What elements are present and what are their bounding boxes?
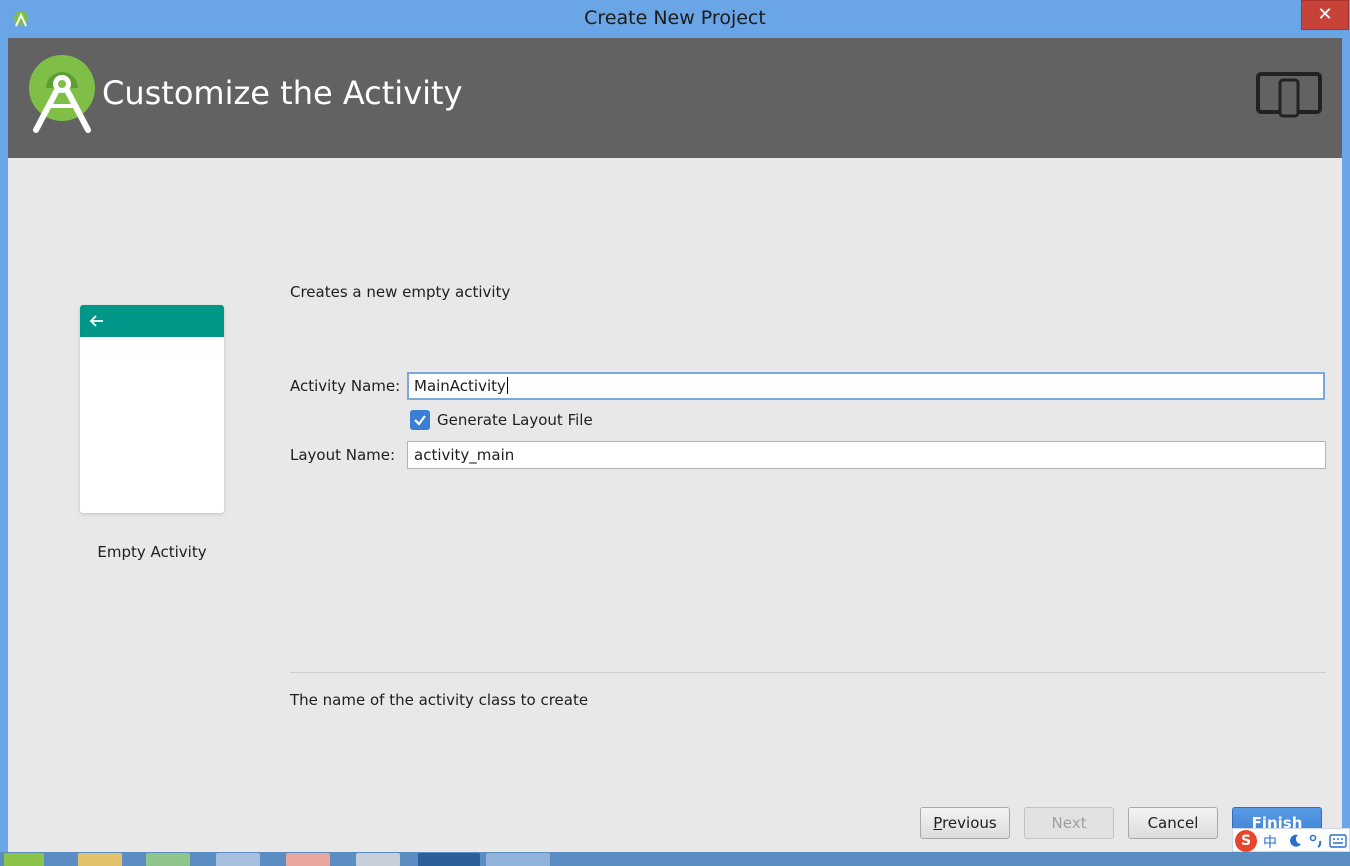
- start-button[interactable]: [4, 853, 44, 866]
- template-description: Creates a new empty activity: [290, 283, 511, 301]
- activity-name-label: Activity Name:: [290, 377, 401, 395]
- cancel-button[interactable]: Cancel: [1128, 807, 1218, 839]
- taskbar-app-icon[interactable]: [356, 853, 400, 866]
- arrow-left-icon: [89, 315, 103, 327]
- preview-app-bar: [80, 305, 224, 337]
- ime-toolbar[interactable]: S 中: [1232, 828, 1350, 852]
- close-icon: ✕: [1317, 4, 1333, 25]
- android-studio-logo-icon: [29, 55, 95, 133]
- layout-name-input[interactable]: activity_main: [407, 441, 1326, 469]
- dialog-content: Customize the Activity Empty Activity Cr…: [8, 38, 1342, 866]
- taskbar-app-icon[interactable]: [216, 853, 260, 866]
- moon-icon[interactable]: [1287, 833, 1303, 849]
- ime-logo-icon: S: [1235, 830, 1257, 852]
- previous-mnemonic: P: [933, 814, 943, 832]
- title-bar[interactable]: Create New Project ✕: [0, 0, 1350, 38]
- taskbar-app-icon[interactable]: [418, 853, 480, 866]
- taskbar-android-studio-icon[interactable]: [486, 853, 550, 866]
- previous-label: revious: [942, 814, 997, 832]
- generate-layout-checkbox[interactable]: [410, 410, 430, 430]
- checkmark-icon: [414, 415, 426, 426]
- punctuation-icon[interactable]: [1309, 833, 1325, 849]
- taskbar-explorer-icon[interactable]: [78, 853, 122, 866]
- layout-name-value: activity_main: [414, 446, 515, 464]
- keyboard-icon[interactable]: [1329, 834, 1347, 848]
- field-hint: The name of the activity class to create: [290, 691, 589, 709]
- layout-name-label: Layout Name:: [290, 446, 396, 464]
- template-name: Empty Activity: [97, 543, 207, 561]
- taskbar-app-icon[interactable]: [146, 853, 190, 866]
- activity-name-input[interactable]: MainActivity: [407, 372, 1325, 400]
- ime-mode-toggle[interactable]: 中: [1263, 832, 1277, 852]
- template-preview: [80, 305, 224, 513]
- page-heading: Customize the Activity: [102, 74, 463, 112]
- window-title: Create New Project: [584, 7, 766, 29]
- close-button[interactable]: ✕: [1301, 0, 1349, 30]
- next-button[interactable]: Next: [1024, 807, 1114, 839]
- taskbar: [0, 852, 1350, 866]
- taskbar-app-icon[interactable]: [286, 853, 330, 866]
- create-new-project-window: Create New Project ✕ Customize the Activ…: [0, 0, 1350, 866]
- text-caret: [506, 377, 508, 394]
- previous-button[interactable]: Previous: [920, 807, 1010, 839]
- generate-layout-label[interactable]: Generate Layout File: [437, 411, 593, 429]
- tablet-phone-icon: [1256, 72, 1322, 118]
- divider: [290, 672, 1326, 673]
- header-banner: Customize the Activity: [8, 38, 1342, 158]
- activity-name-value: MainActivity: [414, 377, 506, 395]
